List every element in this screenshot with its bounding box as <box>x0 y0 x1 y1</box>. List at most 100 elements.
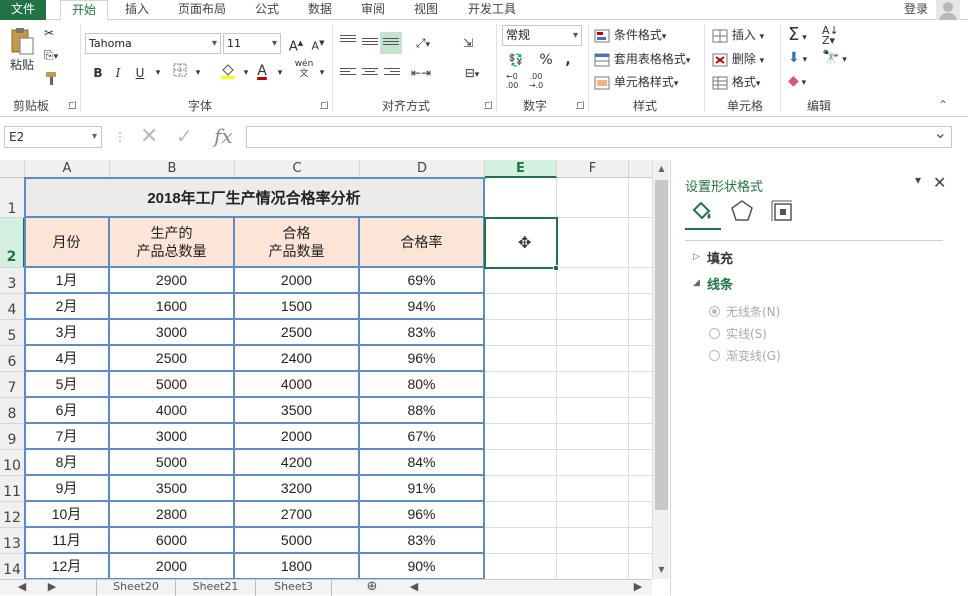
cell[interactable] <box>485 178 557 218</box>
add-sheet-icon[interactable]: ⊕ <box>362 580 382 596</box>
cancel-entry-icon[interactable]: ✕ <box>140 124 158 149</box>
align-right-icon[interactable] <box>384 68 400 80</box>
scroll-down-icon[interactable]: ▼ <box>654 563 669 577</box>
row-header[interactable]: 6 <box>0 346 25 372</box>
cell[interactable] <box>557 218 629 268</box>
cell[interactable] <box>557 268 629 294</box>
table-cell[interactable]: 5000 <box>110 372 235 398</box>
header-cell-rate[interactable]: 合格率 <box>360 218 485 268</box>
tab-view[interactable]: 视图 <box>405 0 447 20</box>
table-cell[interactable]: 1800 <box>235 554 360 579</box>
table-cell[interactable]: 5000 <box>110 450 235 476</box>
line-collapse-icon[interactable]: ◢ <box>693 278 700 288</box>
sheet-tab[interactable]: Sheet3 <box>256 580 332 596</box>
row-header[interactable]: 3 <box>0 268 25 294</box>
table-cell[interactable]: 83% <box>360 320 485 346</box>
table-cell[interactable]: 1月 <box>25 268 110 294</box>
cell[interactable] <box>485 294 557 320</box>
table-cell[interactable]: 8月 <box>25 450 110 476</box>
table-cell[interactable]: 9月 <box>25 476 110 502</box>
table-cell[interactable]: 3500 <box>110 476 235 502</box>
table-cell[interactable]: 5月 <box>25 372 110 398</box>
font-launcher-icon[interactable] <box>320 101 328 109</box>
table-cell[interactable]: 10月 <box>25 502 110 528</box>
percent-button[interactable]: % <box>536 50 556 70</box>
table-cell[interactable]: 4月 <box>25 346 110 372</box>
table-cell[interactable]: 11月 <box>25 528 110 554</box>
header-cell-qualified[interactable]: 合格 产品数量 <box>235 218 360 268</box>
table-cell[interactable]: 1600 <box>110 294 235 320</box>
format-painter-icon[interactable] <box>44 70 60 89</box>
select-all-corner[interactable] <box>0 160 25 178</box>
scroll-up-icon[interactable]: ▲ <box>654 162 669 176</box>
row-header[interactable]: 11 <box>0 476 25 502</box>
cell[interactable] <box>485 372 557 398</box>
merge-center-icon[interactable]: ⊟▾ <box>458 63 486 83</box>
cell[interactable] <box>557 346 629 372</box>
header-cell-produced[interactable]: 生产的 产品总数量 <box>110 218 235 268</box>
cell[interactable] <box>629 554 652 579</box>
wrap-text-icon[interactable]: ⇲ <box>458 33 478 53</box>
borders-dropdown-icon[interactable]: ▾ <box>188 63 208 83</box>
tab-file[interactable]: 文件 <box>0 0 46 20</box>
table-cell[interactable]: 2700 <box>235 502 360 528</box>
underline-dropdown-icon[interactable]: ▾ <box>148 63 168 83</box>
table-cell[interactable]: 2500 <box>235 320 360 346</box>
cell[interactable] <box>485 554 557 579</box>
row-header[interactable]: 14 <box>0 554 25 579</box>
table-cell[interactable]: 88% <box>360 398 485 424</box>
table-cell[interactable]: 80% <box>360 372 485 398</box>
format-cells-button[interactable]: 格式▾ <box>712 73 760 90</box>
orientation-icon[interactable]: ⤢▾ <box>410 33 436 53</box>
copy-icon[interactable]: ⎘▾ <box>44 48 58 63</box>
shrink-font-icon[interactable]: A▼ <box>308 33 328 53</box>
table-cell[interactable]: 6000 <box>110 528 235 554</box>
cell[interactable] <box>485 320 557 346</box>
cell[interactable] <box>629 528 652 554</box>
table-cell[interactable]: 2400 <box>235 346 360 372</box>
fill-color-icon[interactable] <box>218 63 238 83</box>
underline-button[interactable]: U <box>130 63 150 83</box>
table-cell[interactable]: 69% <box>360 268 485 294</box>
row-header[interactable]: 12 <box>0 502 25 528</box>
autosum-icon[interactable]: Σ ▾ <box>788 24 807 45</box>
table-cell[interactable]: 4000 <box>110 398 235 424</box>
cell[interactable] <box>557 178 629 218</box>
font-color-dropdown-icon[interactable]: ▾ <box>270 63 290 83</box>
sheet-tab[interactable]: Sheet20 <box>96 580 176 596</box>
increase-decimal-icon[interactable]: ←0.00 <box>502 72 522 92</box>
tab-developer[interactable]: 开发工具 <box>460 0 524 20</box>
line-section-header[interactable]: 线条 <box>707 274 733 293</box>
column-header[interactable]: D <box>360 160 485 178</box>
table-cell[interactable]: 3000 <box>110 424 235 450</box>
prev-sheet-icon[interactable]: ◀ <box>14 580 30 596</box>
table-cell[interactable]: 84% <box>360 450 485 476</box>
table-cell[interactable]: 12月 <box>25 554 110 579</box>
cell[interactable] <box>557 320 629 346</box>
fill-handle[interactable] <box>553 265 559 271</box>
delete-cells-button[interactable]: 删除 ▾ <box>712 50 764 67</box>
cell[interactable] <box>485 424 557 450</box>
italic-button[interactable]: I <box>108 63 128 83</box>
indent-icon[interactable]: ⇤⇥ <box>408 63 434 83</box>
table-cell[interactable]: 3200 <box>235 476 360 502</box>
pane-close-icon[interactable]: ✕ <box>933 173 946 192</box>
table-cell[interactable]: 67% <box>360 424 485 450</box>
cell[interactable] <box>629 372 652 398</box>
fill-line-tab-icon[interactable] <box>689 198 715 224</box>
cell-styles-button[interactable]: 单元格样式▾ <box>594 73 678 90</box>
cell[interactable] <box>629 424 652 450</box>
phonetic-dropdown-icon[interactable]: ▾ <box>312 63 332 83</box>
row-header[interactable]: 10 <box>0 450 25 476</box>
tab-scroll-left-icon[interactable]: ◀ <box>404 580 424 596</box>
align-bottom-icon[interactable] <box>380 32 402 54</box>
fill-down-icon[interactable]: ⬇ ▾ <box>788 50 807 66</box>
table-cell[interactable]: 3月 <box>25 320 110 346</box>
clear-icon[interactable]: ◆ ▾ <box>788 73 806 89</box>
row-header[interactable]: 5 <box>0 320 25 346</box>
table-cell[interactable]: 2月 <box>25 294 110 320</box>
table-cell[interactable]: 94% <box>360 294 485 320</box>
column-header[interactable]: F <box>557 160 629 178</box>
table-cell[interactable]: 4000 <box>235 372 360 398</box>
table-cell[interactable]: 2500 <box>110 346 235 372</box>
